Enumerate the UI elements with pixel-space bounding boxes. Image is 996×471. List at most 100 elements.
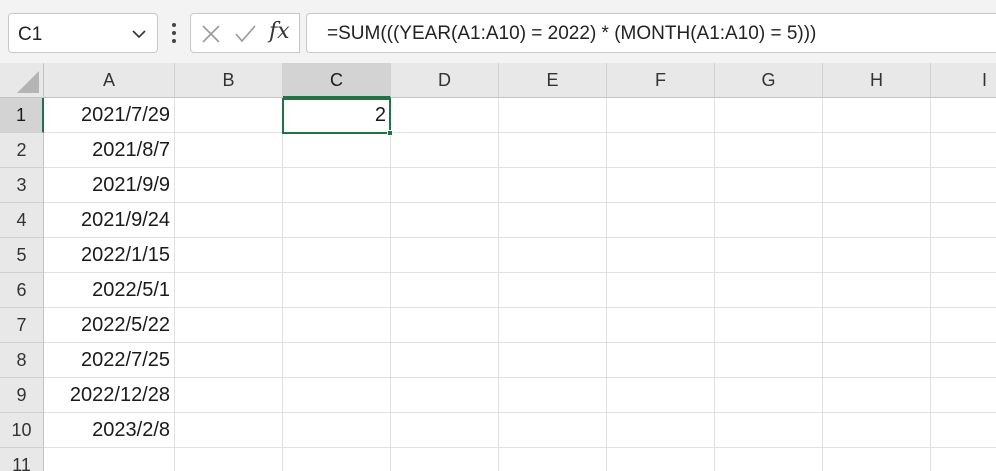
cell-h7[interactable] (823, 308, 931, 343)
cell-i6[interactable] (931, 273, 996, 308)
cell-b6[interactable] (175, 273, 283, 308)
column-header-a[interactable]: A (44, 63, 175, 98)
cell-h10[interactable] (823, 413, 931, 448)
cell-a5[interactable]: 2022/1/15 (44, 238, 175, 273)
column-header-f[interactable]: F (607, 63, 715, 98)
cell-i3[interactable] (931, 168, 996, 203)
insert-function-icon[interactable]: fx (269, 19, 290, 44)
cell-c3[interactable] (283, 168, 391, 203)
cell-f2[interactable] (607, 133, 715, 168)
cell-h3[interactable] (823, 168, 931, 203)
cell-i9[interactable] (931, 378, 996, 413)
column-header-b[interactable]: B (175, 63, 283, 98)
column-header-g[interactable]: G (715, 63, 823, 98)
cell-b11[interactable] (175, 448, 283, 471)
cell-d5[interactable] (391, 238, 499, 273)
column-header-e[interactable]: E (499, 63, 607, 98)
column-header-h[interactable]: H (823, 63, 931, 98)
cell-i4[interactable] (931, 203, 996, 238)
cell-c4[interactable] (283, 203, 391, 238)
cell-e3[interactable] (499, 168, 607, 203)
select-all-button[interactable] (0, 63, 44, 98)
cell-f7[interactable] (607, 308, 715, 343)
more-options-icon[interactable] (170, 22, 178, 44)
cell-c8[interactable] (283, 343, 391, 378)
cell-b5[interactable] (175, 238, 283, 273)
cell-g11[interactable] (715, 448, 823, 471)
cell-f4[interactable] (607, 203, 715, 238)
row-header-8[interactable]: 8 (0, 343, 44, 378)
name-box[interactable]: C1 (8, 13, 158, 53)
cell-g5[interactable] (715, 238, 823, 273)
cell-h6[interactable] (823, 273, 931, 308)
cell-b9[interactable] (175, 378, 283, 413)
cell-b10[interactable] (175, 413, 283, 448)
column-header-i[interactable]: I (931, 63, 996, 98)
cell-c6[interactable] (283, 273, 391, 308)
cell-f3[interactable] (607, 168, 715, 203)
formula-input[interactable]: =SUM(((YEAR(A1:A10) = 2022) * (MONTH(A1:… (306, 13, 996, 53)
cell-f10[interactable] (607, 413, 715, 448)
cell-a2[interactable]: 2021/8/7 (44, 133, 175, 168)
cell-c11[interactable] (283, 448, 391, 471)
cell-i11[interactable] (931, 448, 996, 471)
cell-f9[interactable] (607, 378, 715, 413)
cell-h2[interactable] (823, 133, 931, 168)
cell-i2[interactable] (931, 133, 996, 168)
cell-i10[interactable] (931, 413, 996, 448)
row-header-1[interactable]: 1 (0, 98, 44, 133)
cell-a3[interactable]: 2021/9/9 (44, 168, 175, 203)
cell-e5[interactable] (499, 238, 607, 273)
cell-h4[interactable] (823, 203, 931, 238)
cell-e11[interactable] (499, 448, 607, 471)
enter-checkmark-icon[interactable] (233, 22, 257, 46)
cell-e6[interactable] (499, 273, 607, 308)
cell-a8[interactable]: 2022/7/25 (44, 343, 175, 378)
row-header-2[interactable]: 2 (0, 133, 44, 168)
cell-h8[interactable] (823, 343, 931, 378)
chevron-down-icon[interactable] (131, 26, 147, 42)
cell-h11[interactable] (823, 448, 931, 471)
cell-i1[interactable] (931, 98, 996, 133)
column-header-c[interactable]: C (283, 63, 391, 98)
row-header-11[interactable]: 11 (0, 448, 44, 471)
cell-d6[interactable] (391, 273, 499, 308)
row-header-10[interactable]: 10 (0, 413, 44, 448)
cell-d10[interactable] (391, 413, 499, 448)
cell-f6[interactable] (607, 273, 715, 308)
row-header-4[interactable]: 4 (0, 203, 44, 238)
cell-e4[interactable] (499, 203, 607, 238)
cell-d8[interactable] (391, 343, 499, 378)
cell-g4[interactable] (715, 203, 823, 238)
cell-e8[interactable] (499, 343, 607, 378)
cell-i7[interactable] (931, 308, 996, 343)
cell-a1[interactable]: 2021/7/29 (44, 98, 175, 133)
cell-e1[interactable] (499, 98, 607, 133)
cell-g8[interactable] (715, 343, 823, 378)
cell-a11[interactable] (44, 448, 175, 471)
cell-d3[interactable] (391, 168, 499, 203)
worksheet-grid[interactable]: A B C D E F G H I 1 2 3 4 5 6 7 8 9 10 1… (0, 63, 996, 471)
cell-c7[interactable] (283, 308, 391, 343)
cell-a7[interactable]: 2022/5/22 (44, 308, 175, 343)
cell-f1[interactable] (607, 98, 715, 133)
cell-c1[interactable]: 2 (283, 98, 391, 133)
cancel-x-icon[interactable] (199, 22, 223, 46)
cell-a4[interactable]: 2021/9/24 (44, 203, 175, 238)
cell-g2[interactable] (715, 133, 823, 168)
cell-b1[interactable] (175, 98, 283, 133)
cell-c5[interactable] (283, 238, 391, 273)
cell-f8[interactable] (607, 343, 715, 378)
cell-b4[interactable] (175, 203, 283, 238)
cell-a10[interactable]: 2023/2/8 (44, 413, 175, 448)
cell-i8[interactable] (931, 343, 996, 378)
row-header-5[interactable]: 5 (0, 238, 44, 273)
column-header-d[interactable]: D (391, 63, 499, 98)
row-header-9[interactable]: 9 (0, 378, 44, 413)
cell-i5[interactable] (931, 238, 996, 273)
cell-f11[interactable] (607, 448, 715, 471)
cell-d4[interactable] (391, 203, 499, 238)
cell-f5[interactable] (607, 238, 715, 273)
cell-a6[interactable]: 2022/5/1 (44, 273, 175, 308)
cell-h1[interactable] (823, 98, 931, 133)
